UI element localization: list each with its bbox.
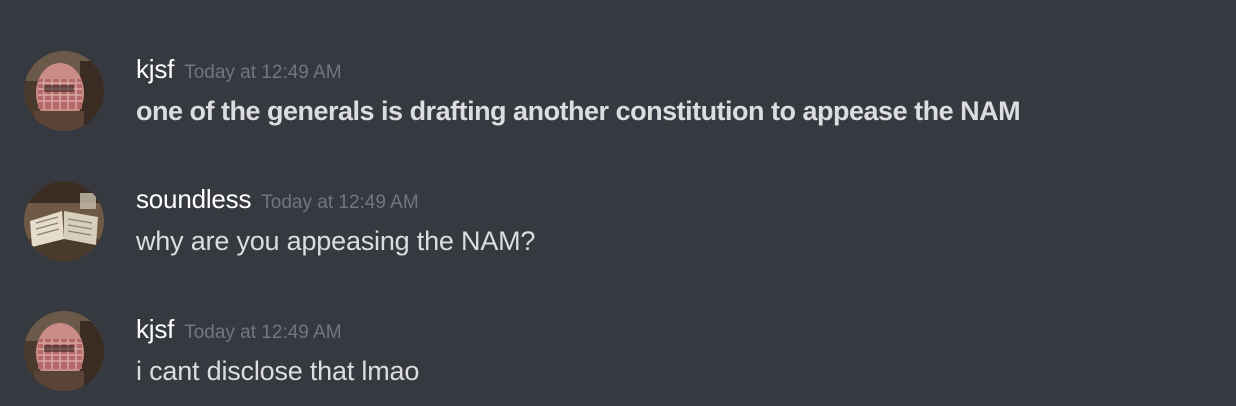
username[interactable]: soundless — [136, 184, 251, 214]
message-header: soundless Today at 12:49 AM — [136, 184, 419, 215]
message-text: why are you appeasing the NAM? — [136, 226, 536, 256]
message-header: kjsf Today at 12:49 AM — [136, 314, 342, 345]
timestamp: Today at 12:49 AM — [184, 322, 342, 343]
message-item: kjsf Today at 12:49 AM one of the general… — [0, 0, 1236, 131]
message-text: one of the generals is drafting another … — [136, 96, 1021, 126]
keffiyeh-portrait-icon — [24, 311, 104, 391]
keffiyeh-portrait-icon — [24, 51, 104, 131]
open-book-photo-icon — [24, 181, 104, 261]
chat-messages: kjsf Today at 12:49 AM one of the general… — [0, 0, 1236, 406]
avatar[interactable] — [24, 51, 104, 131]
username[interactable]: kjsf — [136, 54, 174, 84]
timestamp: Today at 12:49 AM — [184, 62, 342, 83]
username[interactable]: kjsf — [136, 314, 174, 344]
timestamp: Today at 12:49 AM — [261, 192, 419, 213]
avatar[interactable] — [24, 311, 104, 391]
message-text: i cant disclose that lmao — [136, 356, 420, 386]
avatar[interactable] — [24, 181, 104, 261]
message-item: soundless Today at 12:49 AM why are you a… — [0, 130, 1236, 261]
message-header: kjsf Today at 12:49 AM — [136, 54, 342, 85]
message-item: kjsf Today at 12:49 AM i cant disclose th… — [0, 260, 1236, 391]
